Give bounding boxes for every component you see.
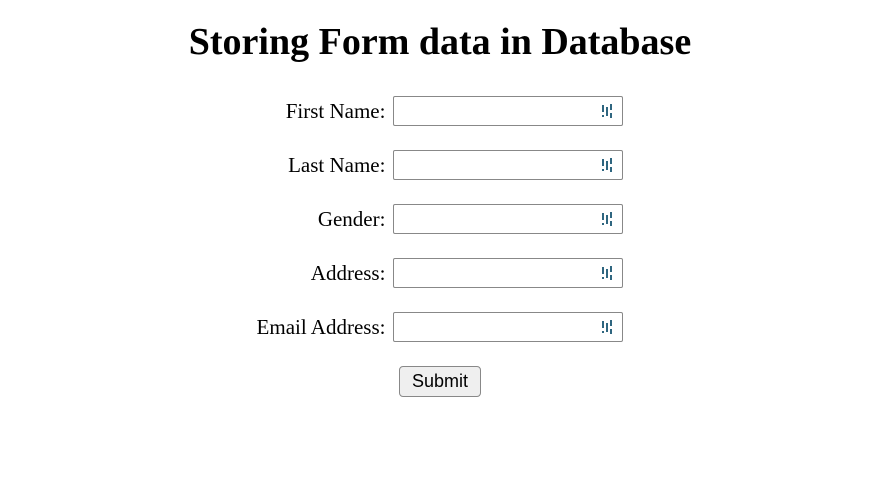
first-name-label: First Name: [286,99,386,124]
gender-label: Gender: [318,207,386,232]
form-row-gender: Gender: [257,204,624,234]
last-name-label: Last Name: [288,153,385,178]
input-wrapper [393,204,623,234]
last-name-input[interactable] [393,150,623,180]
page-title: Storing Form data in Database [0,20,880,64]
form: First Name: Last Name: [257,96,624,397]
address-label: Address: [311,261,386,286]
form-row-email: Email Address: [257,312,624,342]
submit-button[interactable]: Submit [399,366,481,397]
email-input[interactable] [393,312,623,342]
submit-row: Submit [257,366,624,397]
gender-input[interactable] [393,204,623,234]
address-input[interactable] [393,258,623,288]
form-row-first-name: First Name: [257,96,624,126]
input-wrapper [393,150,623,180]
first-name-input[interactable] [393,96,623,126]
form-row-last-name: Last Name: [257,150,624,180]
input-wrapper [393,96,623,126]
input-wrapper [393,312,623,342]
form-row-address: Address: [257,258,624,288]
input-wrapper [393,258,623,288]
email-label: Email Address: [257,315,386,340]
